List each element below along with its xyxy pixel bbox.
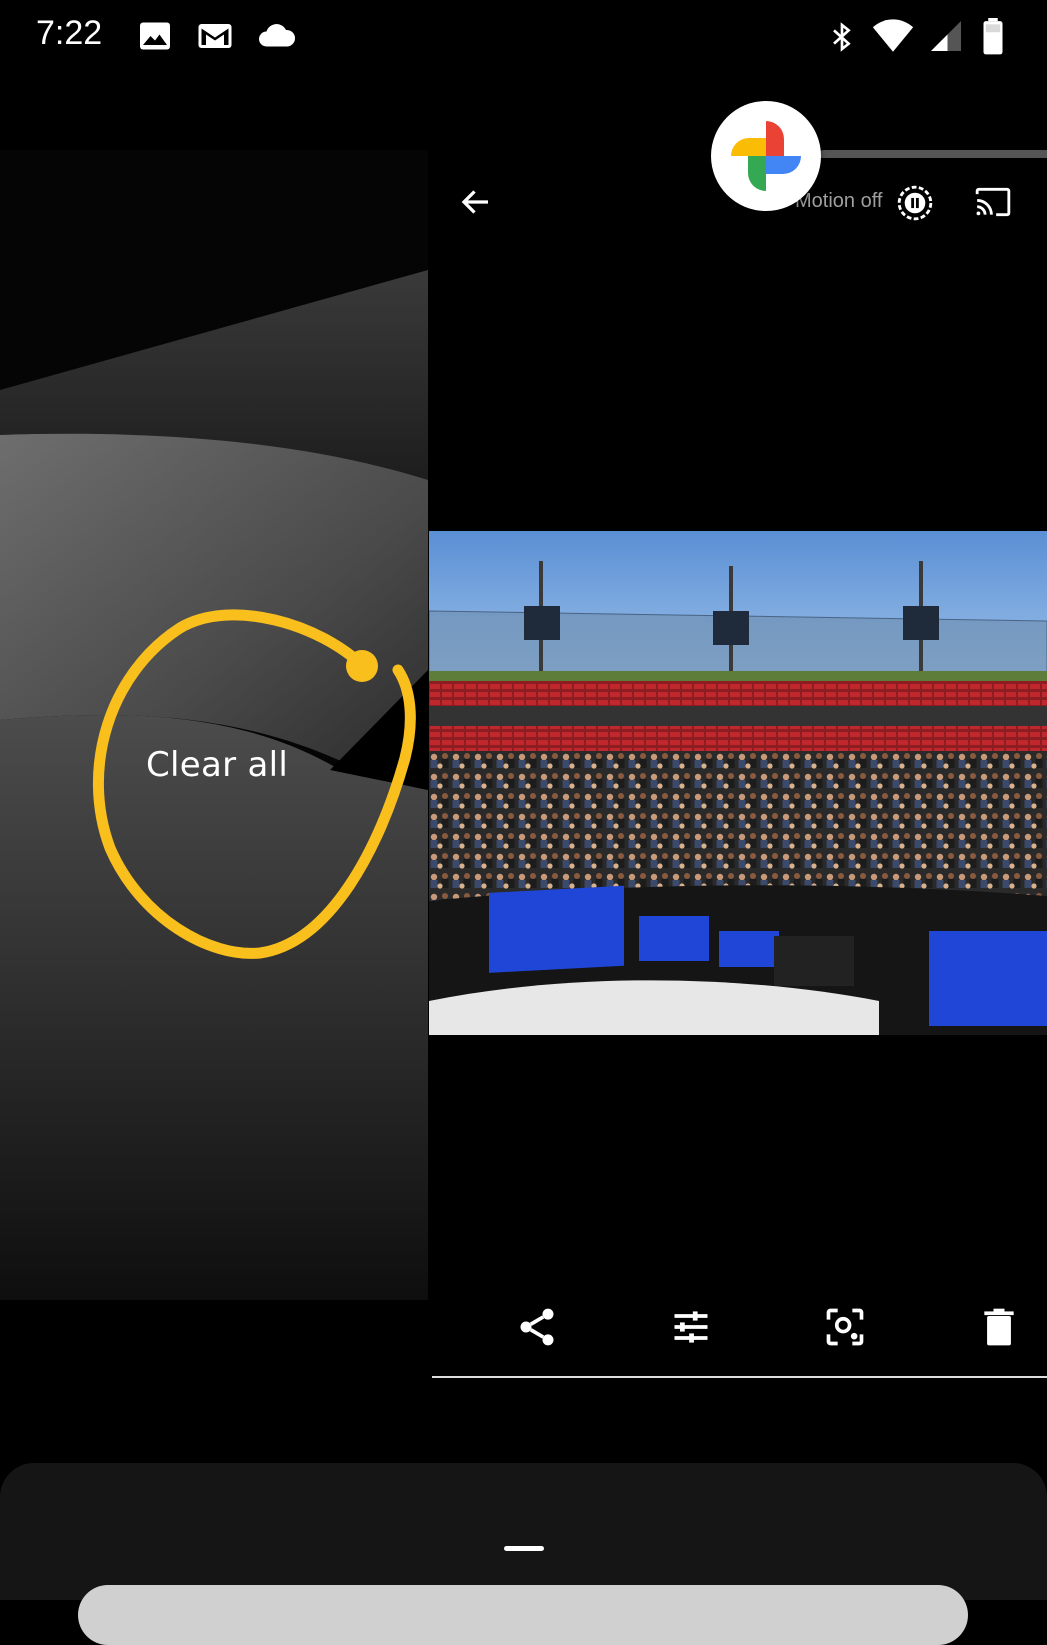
search-bar[interactable] bbox=[78, 1585, 968, 1645]
delete-icon[interactable] bbox=[977, 1305, 1025, 1353]
drag-handle[interactable] bbox=[504, 1546, 544, 1551]
cloud-icon bbox=[256, 18, 298, 59]
bluetooth-icon bbox=[826, 18, 858, 61]
photo-actions-bar bbox=[429, 1305, 1047, 1361]
cast-icon[interactable] bbox=[974, 186, 1012, 223]
signal-icon bbox=[928, 18, 964, 59]
gmail-icon bbox=[196, 18, 234, 59]
card-divider bbox=[432, 1376, 1047, 1378]
status-time: 7:22 bbox=[36, 14, 103, 52]
highlight-annotation bbox=[80, 598, 420, 973]
back-arrow-icon[interactable] bbox=[458, 184, 494, 220]
share-icon[interactable] bbox=[515, 1305, 563, 1353]
status-bar: 7:22 bbox=[0, 0, 1047, 76]
clear-all-button[interactable]: Clear all bbox=[146, 745, 288, 785]
image-icon bbox=[137, 18, 173, 59]
lens-icon[interactable] bbox=[823, 1305, 871, 1353]
motion-icon[interactable] bbox=[896, 184, 934, 227]
stadium-photo[interactable] bbox=[429, 531, 1047, 1035]
google-photos-logo[interactable] bbox=[711, 101, 821, 211]
battery-icon bbox=[980, 18, 1006, 61]
recents-bottom-sheet[interactable] bbox=[0, 1463, 1047, 1600]
edit-icon[interactable] bbox=[669, 1305, 717, 1353]
wifi-icon bbox=[872, 18, 914, 59]
